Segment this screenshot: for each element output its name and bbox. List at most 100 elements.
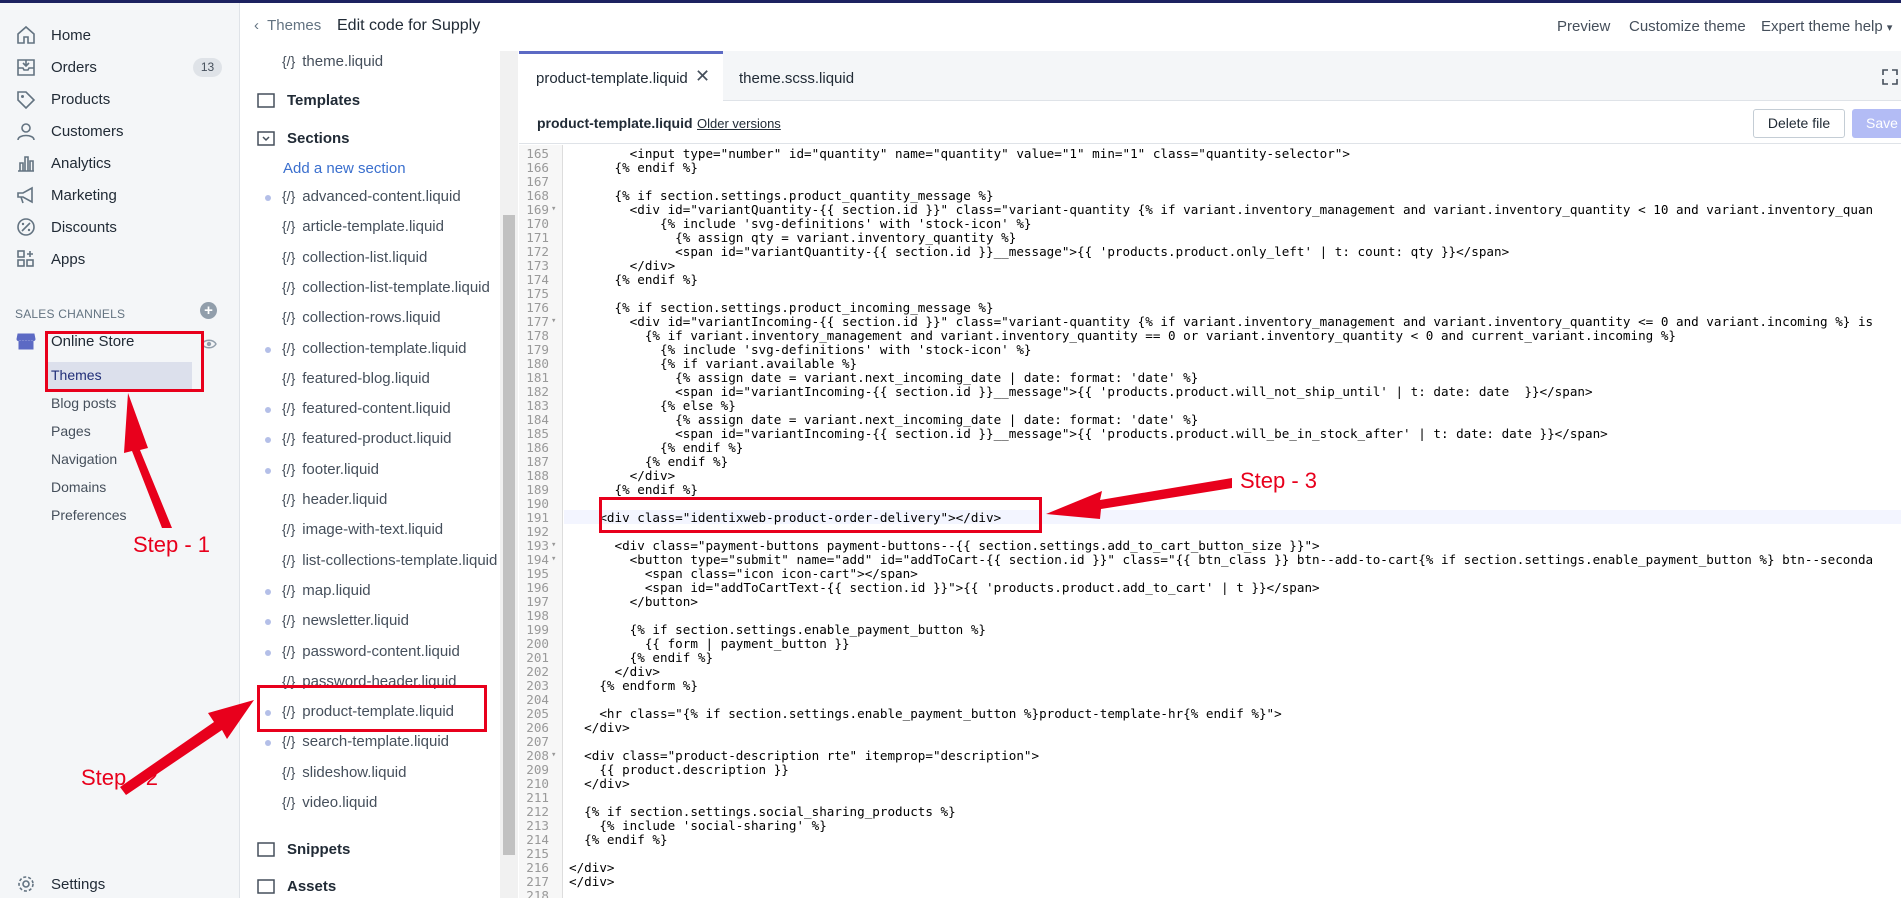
fold-arrow-icon[interactable]: ▾ xyxy=(551,204,556,214)
file-name: newsletter.liquid xyxy=(302,612,409,629)
code-line: {% else %} xyxy=(569,398,736,413)
sub-item-domains[interactable]: Domains xyxy=(51,479,106,495)
chevron-left-icon: ‹ xyxy=(254,17,259,34)
code-line: </div> xyxy=(569,664,660,679)
tree-file-item[interactable]: {/} footer.liquid xyxy=(282,461,379,478)
file-name: collection-rows.liquid xyxy=(302,309,441,326)
line-number: 184 xyxy=(526,412,549,427)
fold-arrow-icon[interactable]: ▾ xyxy=(551,750,556,760)
code-line: {% endif %} xyxy=(569,832,668,847)
tree-file-item[interactable]: {/} advanced-content.liquid xyxy=(282,188,461,205)
tree-file-item[interactable]: {/} search-template.liquid xyxy=(282,733,449,750)
line-number: 204 xyxy=(526,692,549,707)
line-number: 183 xyxy=(526,398,549,413)
sub-item-preferences[interactable]: Preferences xyxy=(51,507,126,523)
tree-file-item[interactable]: {/} map.liquid xyxy=(282,582,371,599)
tree-file-item[interactable]: {/} collection-list-template.liquid xyxy=(282,279,490,296)
line-number: 209 xyxy=(526,762,549,777)
nav-item-products[interactable]: Products xyxy=(0,84,240,114)
preview-link[interactable]: Preview xyxy=(1557,18,1610,35)
file-name: collection-list-template.liquid xyxy=(302,279,490,296)
file-icon: {/} xyxy=(282,794,296,810)
nav-item-home[interactable]: Home xyxy=(0,20,240,50)
file-icon: {/} xyxy=(282,461,296,477)
nav-item-settings[interactable]: Settings xyxy=(0,869,240,899)
expand-icon[interactable] xyxy=(1881,68,1899,86)
nav-item-discounts[interactable]: Discounts xyxy=(0,212,240,242)
sub-item-blog-posts[interactable]: Blog posts xyxy=(51,395,116,411)
code-line: <div id="variantQuantity-{{ section.id }… xyxy=(569,202,1874,217)
code-line: {% if variant.inventory_management and v… xyxy=(569,328,1676,343)
folder-templates[interactable]: Templates xyxy=(257,92,360,109)
fold-arrow-icon[interactable]: ▾ xyxy=(551,316,556,326)
nav-item-customers[interactable]: Customers xyxy=(0,116,240,146)
sub-item-navigation[interactable]: Navigation xyxy=(51,451,117,467)
tree-file-item[interactable]: {/} newsletter.liquid xyxy=(282,612,409,629)
orders-icon xyxy=(17,59,35,76)
tree-file-item[interactable]: {/} collection-list.liquid xyxy=(282,249,427,266)
folder-sections[interactable]: Sections xyxy=(257,130,350,147)
code-line: {{ form | payment_button }} xyxy=(569,636,850,651)
line-number: 174 xyxy=(526,272,549,287)
add-new-section-link[interactable]: Add a new section xyxy=(283,160,406,177)
nav-label: Customers xyxy=(51,122,124,140)
folder-icon xyxy=(257,879,275,894)
older-versions-link[interactable]: Older versions xyxy=(697,116,781,131)
folder-assets[interactable]: Assets xyxy=(257,878,336,895)
file-name: password-content.liquid xyxy=(302,643,460,660)
customers-icon xyxy=(17,123,35,141)
step1-label: Step - 1 xyxy=(133,532,211,557)
tree-file-item[interactable]: {/} collection-rows.liquid xyxy=(282,309,441,326)
file-icon: {/} xyxy=(282,279,296,295)
fold-arrow-icon[interactable]: ▾ xyxy=(551,554,556,564)
tree-file-item[interactable]: {/} list-collections-template.liquid xyxy=(282,552,497,569)
code-line: </div> xyxy=(569,468,676,483)
tree-file-item[interactable]: {/} slideshow.liquid xyxy=(282,764,406,781)
tab-product-template[interactable]: product-template.liquid ✕ xyxy=(519,51,723,102)
customize-theme-link[interactable]: Customize theme xyxy=(1629,18,1746,35)
tree-scrollbar-thumb[interactable] xyxy=(503,215,515,855)
line-number: 170 xyxy=(526,216,549,231)
line-number: 207 xyxy=(526,734,549,749)
tree-file-item[interactable]: {/} video.liquid xyxy=(282,794,377,811)
tree-file-item[interactable]: {/} article-template.liquid xyxy=(282,218,444,235)
folder-label: Templates xyxy=(287,92,361,109)
folder-icon xyxy=(257,842,275,857)
file-icon: {/} xyxy=(282,400,296,416)
nav-item-marketing[interactable]: Marketing xyxy=(0,180,240,210)
tree-file-item[interactable]: {/} header.liquid xyxy=(282,491,387,508)
tree-file-item[interactable]: {/} password-content.liquid xyxy=(282,643,460,660)
delete-file-button[interactable]: Delete file xyxy=(1753,109,1845,138)
tree-file-item[interactable]: {/} image-with-text.liquid xyxy=(282,521,443,538)
line-number: 176 xyxy=(526,300,549,315)
fold-arrow-icon[interactable]: ▾ xyxy=(551,540,556,550)
tree-file-item[interactable]: {/} featured-product.liquid xyxy=(282,430,452,447)
file-modified-dot xyxy=(265,347,271,353)
back-label: Themes xyxy=(267,17,322,34)
line-number: 179 xyxy=(526,342,549,357)
line-number: 188 xyxy=(526,468,549,483)
line-number: 212 xyxy=(526,804,549,819)
tree-file-theme[interactable]: {/} theme.liquid xyxy=(282,53,383,70)
tab-theme-scss[interactable]: theme.scss.liquid xyxy=(739,70,854,87)
expert-theme-help-link[interactable]: Expert theme help ▾ xyxy=(1761,18,1892,35)
folder-snippets[interactable]: Snippets xyxy=(257,841,350,858)
close-tab-icon[interactable]: ✕ xyxy=(695,66,710,87)
tree-file-item[interactable]: {/} featured-content.liquid xyxy=(282,400,451,417)
line-number: 210 xyxy=(526,776,549,791)
file-modified-dot xyxy=(265,650,271,656)
file-name: featured-blog.liquid xyxy=(302,370,430,387)
line-number: 186 xyxy=(526,440,549,455)
nav-item-analytics[interactable]: Analytics xyxy=(0,148,240,178)
file-modified-dot xyxy=(265,407,271,413)
code-line: </div> xyxy=(569,874,615,889)
nav-item-apps[interactable]: Apps xyxy=(0,244,240,274)
tree-file-item[interactable]: {/} collection-template.liquid xyxy=(282,340,467,357)
add-sales-channel-icon[interactable]: + xyxy=(200,302,217,319)
back-to-themes-link[interactable]: ‹ Themes xyxy=(254,17,321,34)
file-name: image-with-text.liquid xyxy=(302,521,444,538)
nav-item-orders[interactable]: Orders 13 xyxy=(0,52,240,82)
tree-file-item[interactable]: {/} featured-blog.liquid xyxy=(282,370,430,387)
sub-item-pages[interactable]: Pages xyxy=(51,423,91,439)
save-button[interactable]: Save xyxy=(1852,109,1901,138)
